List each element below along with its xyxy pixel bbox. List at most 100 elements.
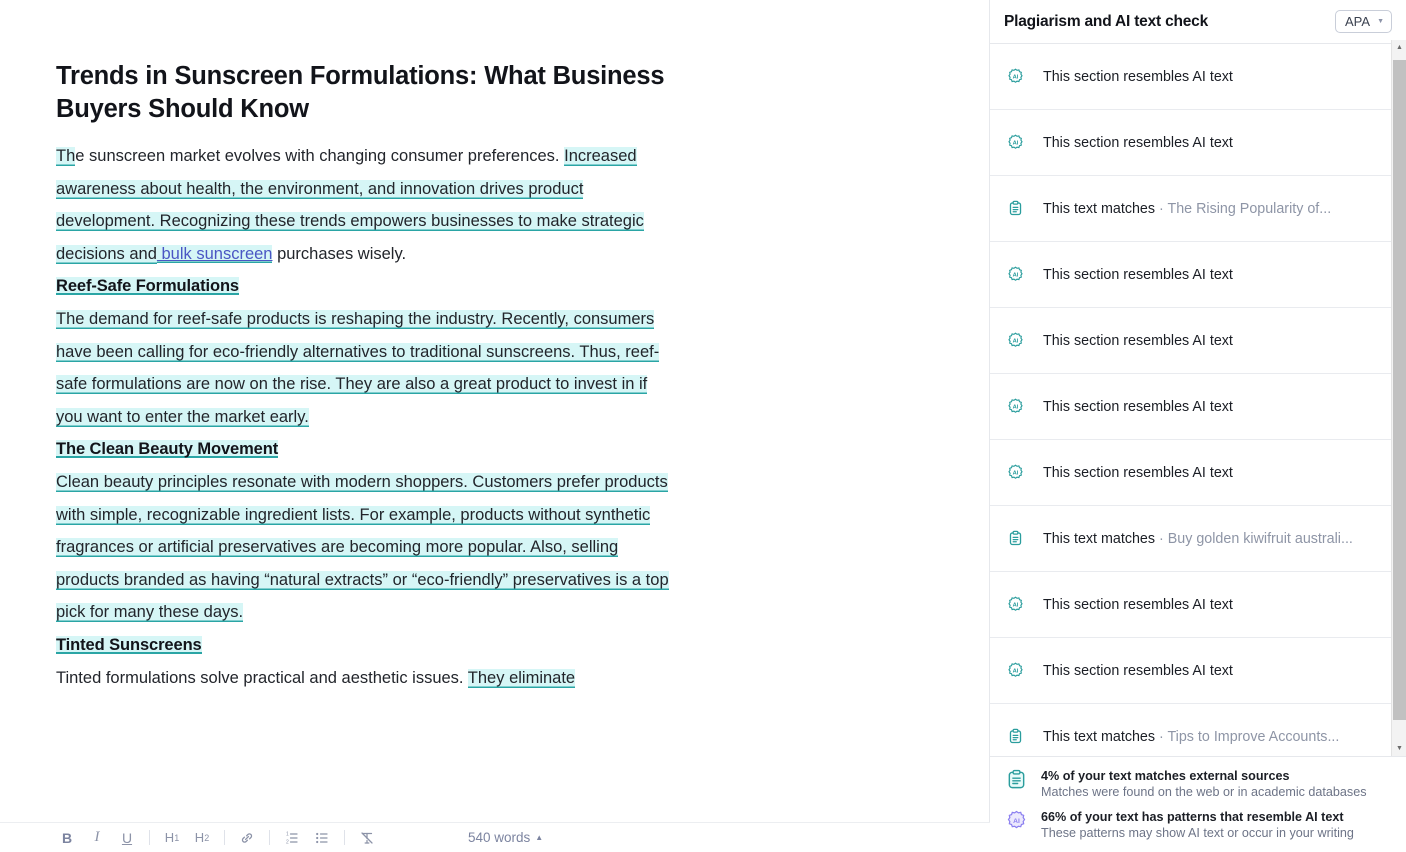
svg-text:AI: AI xyxy=(1013,75,1019,81)
panel-header: Plagiarism and AI text check APA ▼ xyxy=(990,0,1406,44)
svg-text:AI: AI xyxy=(1013,405,1019,411)
ai-badge-icon: AI xyxy=(1008,266,1023,281)
svg-text:2: 2 xyxy=(286,839,289,845)
toolbar-divider xyxy=(224,830,225,845)
finding-label: This section resembles AI text xyxy=(1043,135,1233,151)
summary-row-plagiarism: 4% of your text matches external sources… xyxy=(1006,768,1392,801)
ai-badge-icon: AI xyxy=(1008,398,1023,413)
finding-label: This section resembles AI text xyxy=(1043,69,1233,85)
highlight-span[interactable]: Clean beauty principles resonate with mo… xyxy=(56,472,669,623)
bullet-list-button[interactable] xyxy=(307,825,337,851)
highlight-span[interactable]: Reef-Safe Formulations xyxy=(56,277,239,296)
scroll-up-arrow[interactable]: ▲ xyxy=(1392,40,1406,55)
scrollbar-track[interactable] xyxy=(1392,55,1406,741)
bulk-sunscreen-link[interactable]: bulk sunscreen xyxy=(156,244,273,263)
ai-badge-icon: AI xyxy=(1008,134,1023,149)
finding-label: This text matches · Tips to Improve Acco… xyxy=(1043,729,1339,745)
finding-type: This section resembles AI text xyxy=(1043,134,1233,151)
finding-card[interactable]: This text matches · Buy golden kiwifruit… xyxy=(990,506,1406,572)
svg-text:AI: AI xyxy=(1013,339,1019,345)
ai-badge-icon: AI xyxy=(1007,810,1026,829)
paragraph-clean-beauty: Clean beauty principles resonate with mo… xyxy=(56,466,676,629)
h1-label: H xyxy=(164,830,175,845)
finding-card[interactable]: AI This section resembles AI text xyxy=(990,374,1406,440)
document-title: Trends in Sunscreen Formulations: What B… xyxy=(56,62,665,123)
finding-label: This section resembles AI text xyxy=(1043,663,1233,679)
finding-type: This section resembles AI text xyxy=(1043,596,1233,613)
finding-type: This text matches xyxy=(1043,530,1156,547)
svg-text:1: 1 xyxy=(286,831,289,837)
document-editor[interactable]: Trends in Sunscreen Formulations: What B… xyxy=(0,0,990,852)
h2-label: H xyxy=(194,830,205,845)
document-body[interactable]: Trends in Sunscreen Formulations: What B… xyxy=(56,60,676,694)
plagiarism-ai-panel: Plagiarism and AI text check APA ▼ AI Thi… xyxy=(990,0,1406,852)
ai-summary-sub: These patterns may show AI text or occur… xyxy=(1041,826,1354,840)
chevron-down-icon: ▼ xyxy=(1377,18,1384,25)
plagiarism-summary-sub: Matches were found on the web or in acad… xyxy=(1041,785,1367,799)
panel-scrollbar[interactable]: ▲ ▼ xyxy=(1391,40,1406,756)
plain-text: Tinted formulations solve practical and … xyxy=(56,668,468,687)
finding-type: This section resembles AI text xyxy=(1043,68,1233,85)
finding-label: This text matches · The Rising Popularit… xyxy=(1043,201,1331,217)
plagiarism-clipboard-icon xyxy=(1009,530,1022,546)
summary-row-ai: AI 66% of your text has patterns that re… xyxy=(1006,809,1392,842)
word-count[interactable]: 540 words ▲ xyxy=(468,830,543,845)
finding-label: This section resembles AI text xyxy=(1043,267,1233,283)
underline-button[interactable]: U xyxy=(112,825,142,851)
finding-card[interactable]: AI This section resembles AI text xyxy=(990,110,1406,176)
heading-1-button[interactable]: H1 xyxy=(157,825,187,851)
finding-type: This section resembles AI text xyxy=(1043,266,1233,283)
finding-card[interactable]: AI This section resembles AI text xyxy=(990,440,1406,506)
section-heading-tinted: Tinted Sunscreens xyxy=(56,629,676,662)
scrollbar-thumb[interactable] xyxy=(1393,60,1406,720)
paragraph-reef-safe: The demand for reef-safe products is res… xyxy=(56,303,676,433)
highlight-span[interactable]: They eliminate xyxy=(467,668,576,688)
highlight-span[interactable]: The Clean Beauty Movement xyxy=(56,440,278,459)
finding-card[interactable]: AI This section resembles AI text xyxy=(990,242,1406,308)
finding-card[interactable]: AI This section resembles AI text xyxy=(990,572,1406,638)
finding-label: This section resembles AI text xyxy=(1043,465,1233,481)
heading-2-button[interactable]: H2 xyxy=(187,825,217,851)
paragraph-intro: The sunscreen market evolves with changi… xyxy=(56,140,676,270)
toolbar-divider xyxy=(149,830,150,845)
clear-formatting-button[interactable] xyxy=(352,825,382,851)
italic-button[interactable]: I xyxy=(82,825,112,851)
highlight-span[interactable]: Th xyxy=(56,147,76,166)
scroll-down-arrow[interactable]: ▼ xyxy=(1392,741,1406,756)
finding-card[interactable]: This text matches · Tips to Improve Acco… xyxy=(990,704,1406,756)
finding-source: · Buy golden kiwifruit australi... xyxy=(1155,530,1353,547)
paragraph-tinted: Tinted formulations solve practical and … xyxy=(56,662,676,695)
ai-badge-icon: AI xyxy=(1008,464,1023,479)
bold-button[interactable]: B xyxy=(52,825,82,851)
finding-label: This section resembles AI text xyxy=(1043,333,1233,349)
numbered-list-icon: 12 xyxy=(286,831,298,845)
finding-card[interactable]: AI This section resembles AI text xyxy=(990,308,1406,374)
finding-type: This section resembles AI text xyxy=(1043,464,1233,481)
plagiarism-clipboard-icon xyxy=(1009,200,1022,216)
link-icon xyxy=(241,832,253,843)
finding-label: This section resembles AI text xyxy=(1043,597,1233,613)
plain-text: e sunscreen market evolves with changing… xyxy=(75,147,560,165)
clear-format-icon xyxy=(361,831,373,844)
finding-card[interactable]: AI This section resembles AI text xyxy=(990,44,1406,110)
svg-text:AI: AI xyxy=(1013,273,1019,279)
citation-style-select[interactable]: APA ▼ xyxy=(1335,10,1392,33)
finding-type: This section resembles AI text xyxy=(1043,398,1233,415)
svg-text:AI: AI xyxy=(1013,818,1020,825)
finding-type: This text matches xyxy=(1043,200,1156,217)
finding-card[interactable]: AI This section resembles AI text xyxy=(990,638,1406,704)
ai-badge-icon: AI xyxy=(1008,596,1023,611)
highlight-span[interactable]: Tinted Sunscreens xyxy=(56,635,202,654)
svg-text:AI: AI xyxy=(1013,471,1019,477)
finding-type: This section resembles AI text xyxy=(1043,662,1233,679)
formatting-toolbar: B I U H1 H2 12 540 words ▲ xyxy=(0,822,990,852)
finding-card[interactable]: This text matches · The Rising Popularit… xyxy=(990,176,1406,242)
toolbar-divider xyxy=(269,830,270,845)
findings-list[interactable]: AI This section resembles AI text AI This s… xyxy=(990,44,1406,756)
link-button[interactable] xyxy=(232,825,262,851)
ordered-list-button[interactable]: 12 xyxy=(277,825,307,851)
plain-text: purchases wisely. xyxy=(272,244,407,263)
finding-label: This text matches · Buy golden kiwifruit… xyxy=(1043,531,1353,547)
results-summary: 4% of your text matches external sources… xyxy=(990,756,1406,852)
ai-badge-icon: AI xyxy=(1008,662,1023,677)
